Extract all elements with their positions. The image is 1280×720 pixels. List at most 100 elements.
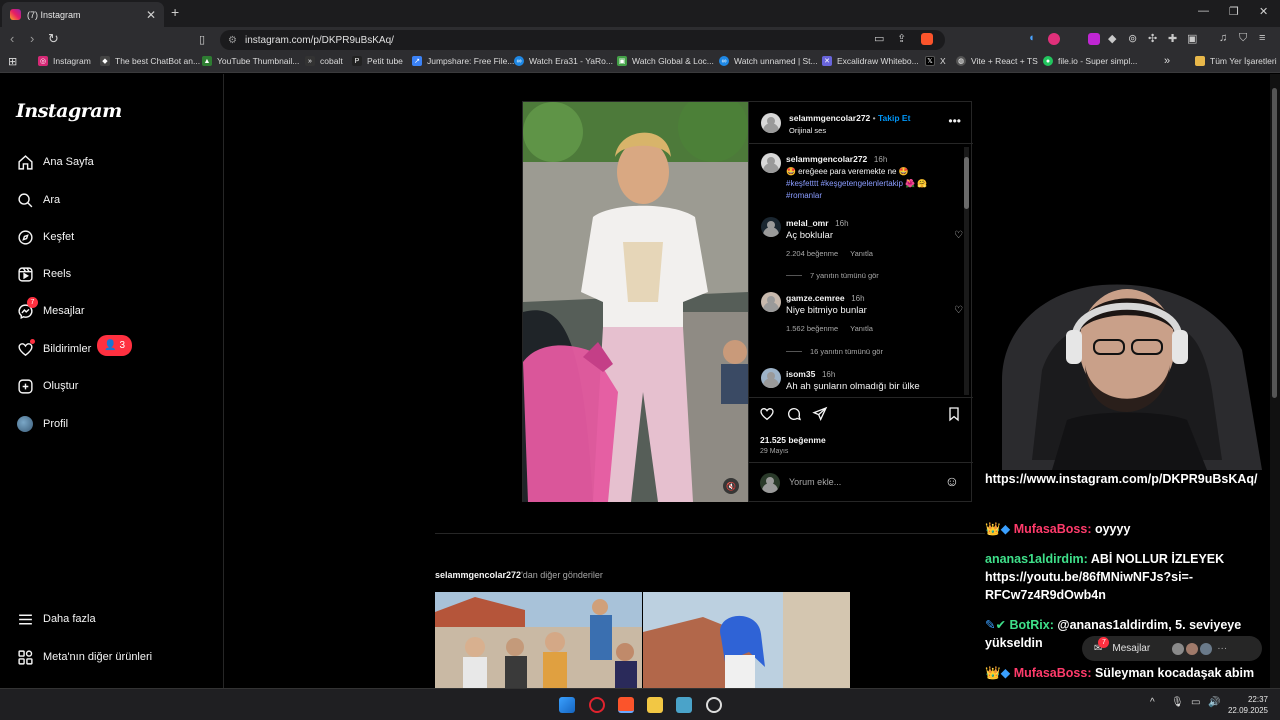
sidebar-item-notifications[interactable]: Bildirimler xyxy=(16,337,91,361)
bookmark-item[interactable]: 𝕏X xyxy=(925,56,946,66)
sidebar-item-search[interactable]: Ara xyxy=(16,188,60,212)
view-replies-button[interactable]: 7 yanıtın tümünü gör xyxy=(786,271,879,280)
avatar[interactable] xyxy=(761,153,781,173)
apps-grid-icon[interactable]: ⊞ xyxy=(8,55,17,68)
more-post-thumbnail[interactable] xyxy=(435,592,642,688)
post-author-username[interactable]: selammgencolar272 xyxy=(789,113,870,123)
menu-icon[interactable]: ≡ xyxy=(1259,32,1265,44)
sidebar-item-create[interactable]: Oluştur xyxy=(16,374,78,398)
bookmark-item[interactable]: ∞ Watch unnamed | St... xyxy=(719,56,818,66)
sidebar-item-explore[interactable]: Keşfet xyxy=(16,225,74,249)
windows-start-icon[interactable] xyxy=(559,697,575,713)
bookmark-page-icon[interactable]: ▯ xyxy=(199,33,205,46)
minimize-icon[interactable]: — xyxy=(1198,5,1209,17)
bookmark-item[interactable]: ↗ Jumpshare: Free File... xyxy=(412,56,514,66)
sidebar-item-profile[interactable]: Profil xyxy=(16,412,68,436)
site-settings-icon[interactable]: ⚙ xyxy=(228,35,237,46)
brave-shield-icon[interactable] xyxy=(921,33,933,45)
vpn-shield-icon[interactable]: ⛉ xyxy=(1239,32,1247,45)
obs-icon[interactable] xyxy=(706,697,722,713)
share-icon[interactable]: ⇪ xyxy=(897,32,906,45)
view-replies-button[interactable]: 16 yanıtın tümünü gör xyxy=(786,347,883,356)
volume-icon[interactable]: 🔊 xyxy=(1208,697,1220,708)
comment-like-count[interactable]: 1.562 beğenme xyxy=(786,324,838,333)
sidebar-toggle-icon[interactable]: ▣ xyxy=(1187,32,1197,45)
avatar[interactable] xyxy=(761,292,781,312)
photos-icon[interactable] xyxy=(676,697,692,713)
bookmark-item[interactable]: ◎ Instagram xyxy=(38,56,91,66)
new-tab-button[interactable]: + xyxy=(171,4,179,20)
extension-pink-icon[interactable] xyxy=(1048,33,1060,45)
comment-bubble-icon[interactable] xyxy=(786,406,802,422)
comment-input[interactable]: Yorum ekle... xyxy=(789,477,841,487)
post-video[interactable]: 🔇 xyxy=(523,102,748,502)
avatar[interactable] xyxy=(761,217,781,237)
comment-like-count[interactable]: 2.204 beğenme xyxy=(786,249,838,258)
bookmark-item[interactable]: » cobalt xyxy=(305,56,343,66)
bookmark-item[interactable]: ◆ The best ChatBot an... xyxy=(100,56,200,66)
opera-icon[interactable] xyxy=(589,697,605,713)
more-post-thumbnail[interactable] xyxy=(643,592,850,688)
page-scrollbar[interactable] xyxy=(1270,74,1280,688)
comments-scrollbar[interactable] xyxy=(964,147,969,395)
extension-glasses-icon[interactable]: ⊚ xyxy=(1128,32,1137,45)
avatar[interactable] xyxy=(761,368,781,388)
follow-button[interactable]: Takip Et xyxy=(878,113,910,123)
comment-username[interactable]: gamze.cemree xyxy=(786,293,845,303)
extensions-puzzle-icon[interactable]: ✚ xyxy=(1168,32,1177,45)
back-icon[interactable]: ‹ xyxy=(10,31,14,46)
music-icon[interactable]: ♫ xyxy=(1219,32,1227,44)
bookmark-item[interactable]: ◍ Vite + React + TS xyxy=(956,56,1038,66)
audio-label[interactable]: Orijinal ses xyxy=(789,126,826,135)
reload-icon[interactable]: ↻ xyxy=(48,31,59,47)
bookmark-item[interactable]: ∞ Watch Era31 - YaRo... xyxy=(514,56,613,66)
scrollbar-thumb[interactable] xyxy=(964,157,969,209)
extension-puzzle-alt-icon[interactable]: ✣ xyxy=(1148,32,1157,45)
messages-floating-bar[interactable]: ✉ 7 Mesajlar ··· xyxy=(1082,636,1262,661)
file-explorer-icon[interactable] xyxy=(647,697,663,713)
save-bookmark-icon[interactable] xyxy=(946,406,962,422)
like-heart-icon[interactable] xyxy=(759,406,775,422)
extension-audio-icon[interactable]: ◖ xyxy=(1028,32,1035,44)
avatar[interactable] xyxy=(761,113,781,133)
cast-icon[interactable]: ▭ xyxy=(874,32,884,45)
all-bookmarks[interactable]: Tüm Yer İşaretleri xyxy=(1195,56,1277,66)
bookmark-item[interactable]: ✕ Excalidraw Whitebo... xyxy=(822,56,919,66)
extension-purple-icon[interactable] xyxy=(1088,33,1100,45)
reply-button[interactable]: Yanıtla xyxy=(850,324,873,333)
share-paper-plane-icon[interactable] xyxy=(812,406,828,422)
more-bookmarks-chevron-icon[interactable]: » xyxy=(1164,55,1170,67)
mute-icon[interactable]: 🔇 xyxy=(723,478,739,494)
address-bar[interactable]: ⚙ instagram.com/p/DKPR9uBsKAq/ xyxy=(220,30,945,50)
comment-username[interactable]: isom35 xyxy=(786,369,815,379)
brave-browser-icon[interactable] xyxy=(618,697,634,713)
like-count[interactable]: 21.525 beğenme xyxy=(760,435,826,445)
microphone-icon[interactable]: 🎙 xyxy=(1171,697,1184,708)
follower-notification-pill[interactable]: 👤 3 xyxy=(97,335,132,356)
extension-diamond-icon[interactable]: ◆ xyxy=(1108,32,1116,45)
more-posts-username[interactable]: selammgencolar272 xyxy=(435,570,521,580)
emoji-icon[interactable]: ☺ xyxy=(945,473,959,489)
network-icon[interactable]: ▭ xyxy=(1191,697,1200,708)
sidebar-item-home[interactable]: Ana Sayfa xyxy=(16,150,94,174)
page-scrollbar-thumb[interactable] xyxy=(1272,88,1277,398)
instagram-logo[interactable]: Instagram xyxy=(16,100,122,122)
bookmark-item[interactable]: ▲ YouTube Thumbnail... xyxy=(202,56,299,66)
close-window-icon[interactable]: ✕ xyxy=(1259,5,1268,18)
browser-tab-instagram[interactable]: (7) Instagram ✕ xyxy=(2,2,164,27)
caption-hashtags[interactable]: #keşfetttt #keşgetengelenlertakip 🌺 🤗 #r… xyxy=(786,178,961,202)
sidebar-item-reels[interactable]: Reels xyxy=(16,262,71,286)
system-clock[interactable]: 22:37 22.09.2025 xyxy=(1228,694,1268,716)
sidebar-item-meta[interactable]: Meta'nın diğer ürünleri xyxy=(16,645,152,669)
bookmark-item[interactable]: ● file.io - Super simpl... xyxy=(1043,56,1137,66)
forward-icon[interactable]: › xyxy=(30,31,34,46)
reply-button[interactable]: Yanıtla xyxy=(850,249,873,258)
bookmark-item[interactable]: P Petit tube xyxy=(352,56,403,66)
comment-like-heart-icon[interactable]: ♡ xyxy=(954,305,963,316)
caption-username[interactable]: selammgencolar272 xyxy=(786,154,867,164)
tray-chevron-icon[interactable]: ^ xyxy=(1150,697,1155,708)
sidebar-item-more[interactable]: Daha fazla xyxy=(16,607,96,631)
close-tab-icon[interactable]: ✕ xyxy=(146,8,156,22)
sidebar-item-messages[interactable]: 7 Mesajlar xyxy=(16,297,85,323)
comment-like-heart-icon[interactable]: ♡ xyxy=(954,230,963,241)
